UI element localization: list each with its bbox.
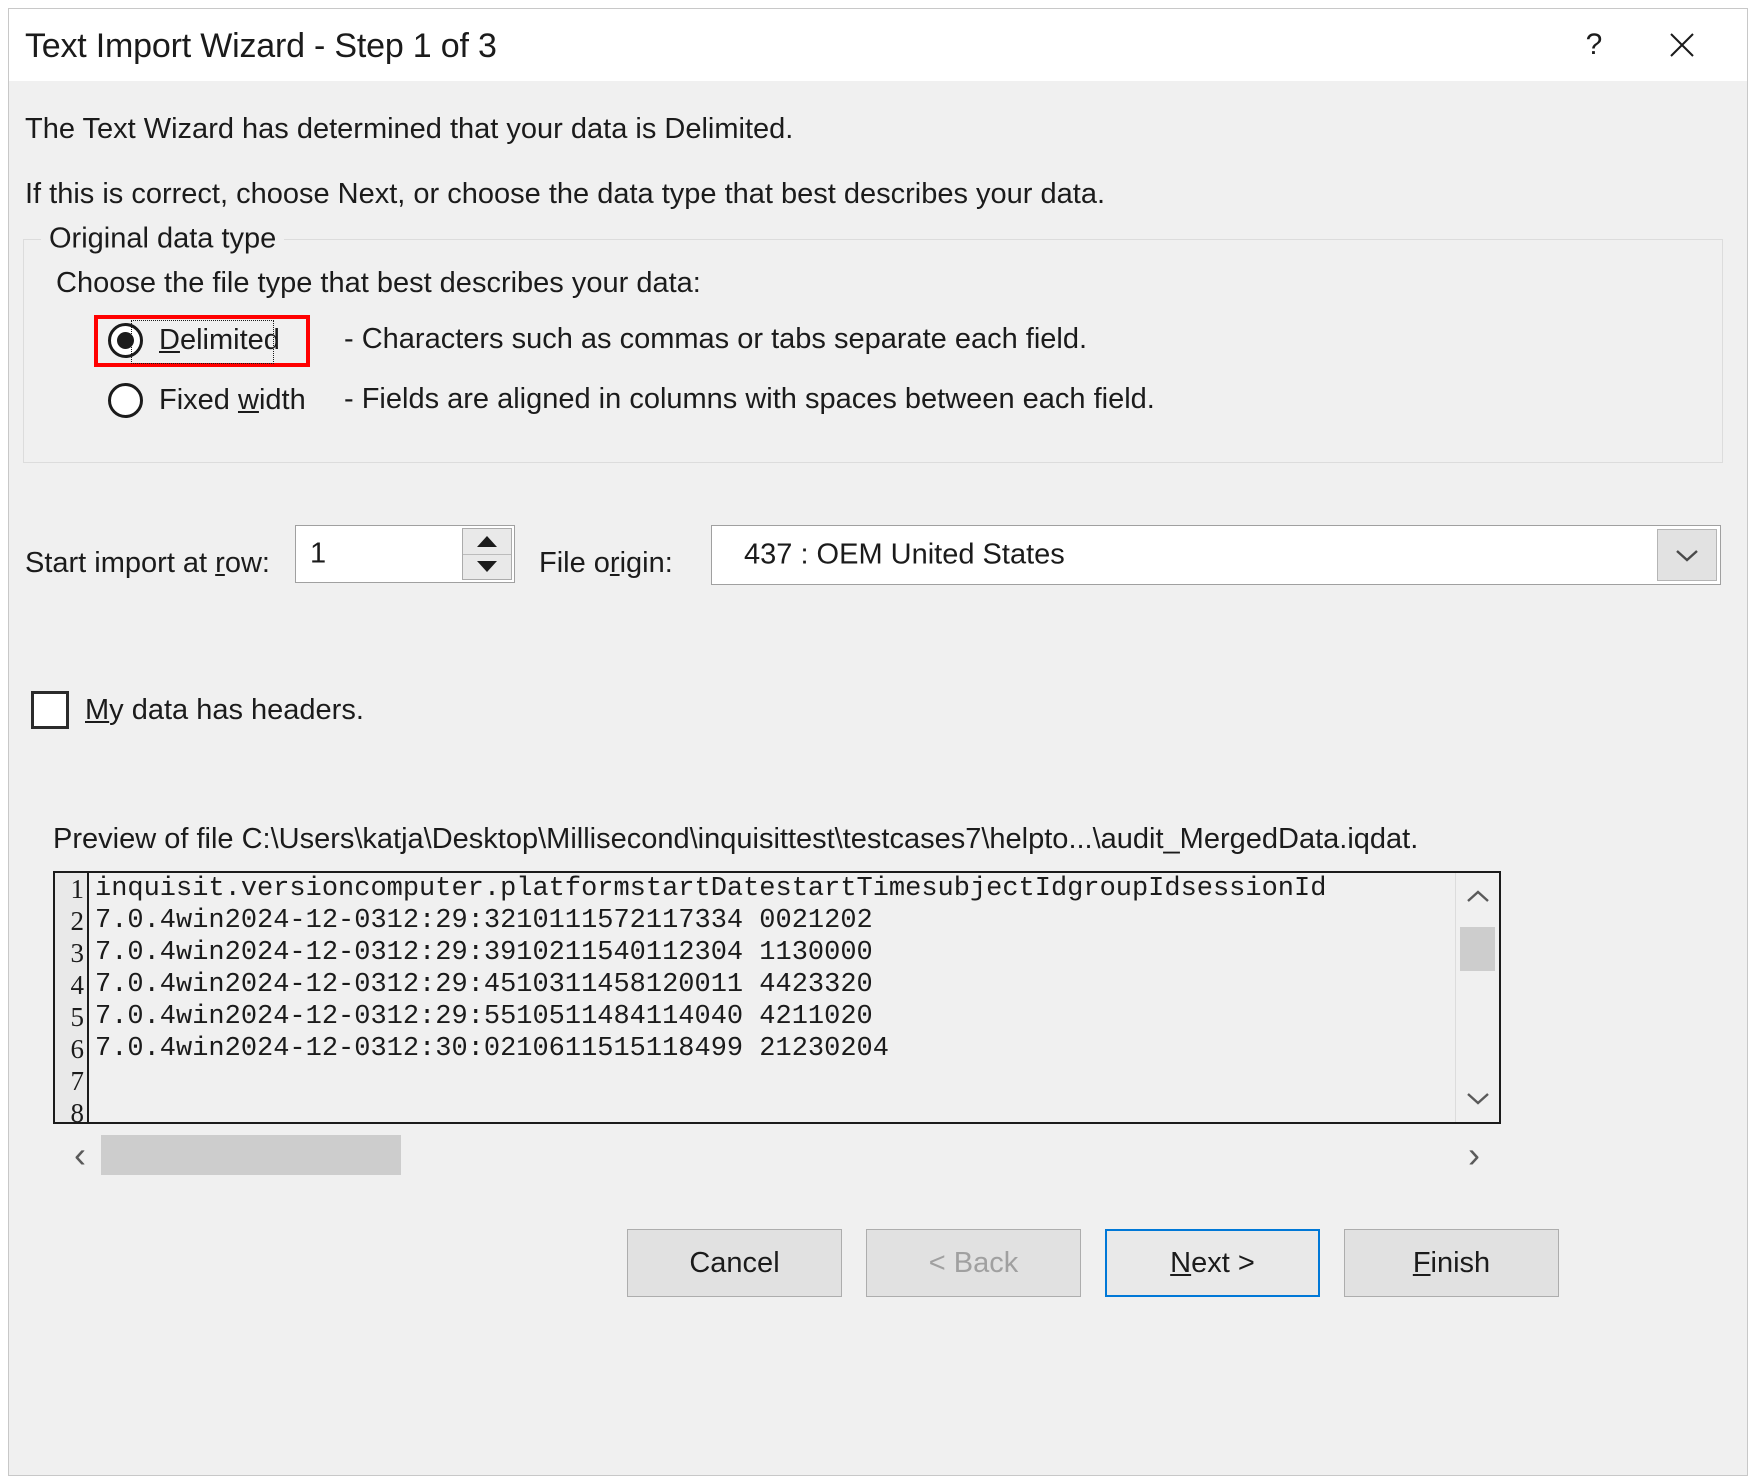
line-number: 4 xyxy=(70,970,85,1000)
chevron-left-icon[interactable]: ‹ xyxy=(53,1127,107,1183)
my-data-has-headers-label: My data has headers. xyxy=(85,693,364,726)
preview-line xyxy=(95,1097,1499,1122)
preview-text-lines: inquisit.versioncomputer.platformstartDa… xyxy=(91,873,1499,1122)
horizontal-scroll-thumb[interactable] xyxy=(101,1135,401,1175)
next-button[interactable]: Next > xyxy=(1105,1229,1320,1297)
original-data-type-group: Choose the file type that best describes… xyxy=(23,239,1723,463)
start-import-spin-buttons xyxy=(462,528,512,580)
intro-line-1: The Text Wizard has determined that your… xyxy=(25,113,794,145)
file-origin-value: 437 : OEM United States xyxy=(744,538,1065,571)
preview-file-label: Preview of file C:\Users\katja\Desktop\M… xyxy=(53,823,1419,855)
preview-line-number-gutter: 1 2 3 4 5 6 7 8 xyxy=(55,873,89,1122)
my-data-has-headers-checkbox[interactable]: My data has headers. xyxy=(31,691,364,729)
back-button[interactable]: < Back xyxy=(866,1229,1081,1297)
preview-line: 7.0.4win2024-12-0312:30:0210611515118499… xyxy=(95,1034,889,1064)
preview-line: 7.0.4win2024-12-0312:29:3910211540112304… xyxy=(95,938,873,968)
preview-pane: 1 2 3 4 5 6 7 8 inquisit.versioncomputer… xyxy=(53,871,1501,1124)
line-number: 1 xyxy=(70,874,85,904)
dialog-body: The Text Wizard has determined that your… xyxy=(9,81,1747,1475)
radio-delimited-label: Delimited xyxy=(159,324,280,356)
preview-horizontal-scrollbar[interactable]: ‹ › xyxy=(53,1127,1501,1183)
triangle-up-icon[interactable] xyxy=(463,529,511,555)
start-import-label: Start import at row: xyxy=(25,547,270,579)
triangle-down-icon[interactable] xyxy=(463,555,511,580)
file-origin-select[interactable]: 437 : OEM United States xyxy=(711,525,1721,585)
radio-fixed-width[interactable]: Fixed width xyxy=(108,383,306,418)
line-number: 3 xyxy=(70,938,85,968)
line-number: 2 xyxy=(70,906,85,936)
preview-line xyxy=(95,1065,1499,1097)
radio-fixed-width-description: - Fields are aligned in columns with spa… xyxy=(344,383,1155,415)
chevron-up-icon[interactable] xyxy=(1456,873,1499,921)
text-import-wizard-dialog: Text Import Wizard - Step 1 of 3 ? The T… xyxy=(8,8,1748,1476)
close-icon[interactable] xyxy=(1645,9,1719,81)
chevron-down-glyph xyxy=(1466,1093,1489,1105)
chevron-up-glyph xyxy=(1466,890,1489,902)
intro-line-2: If this is correct, choose Next, or choo… xyxy=(25,178,1106,210)
preview-line: inquisit.versioncomputer.platformstartDa… xyxy=(95,874,1327,904)
help-icon[interactable]: ? xyxy=(1557,9,1631,81)
file-type-prompt: Choose the file type that best describes… xyxy=(56,267,701,299)
preview-line: 7.0.4win2024-12-0312:29:4510311458120011… xyxy=(95,970,873,1000)
chevron-right-icon[interactable]: › xyxy=(1447,1127,1501,1183)
line-number: 8 xyxy=(70,1098,85,1124)
line-number: 5 xyxy=(70,1002,85,1032)
finish-button[interactable]: Finish xyxy=(1344,1229,1559,1297)
file-origin-label: File origin: xyxy=(539,547,673,579)
radio-fixed-width-indicator[interactable] xyxy=(108,383,143,418)
checkbox-indicator[interactable] xyxy=(31,691,69,729)
radio-delimited[interactable]: Delimited xyxy=(108,323,280,358)
chevron-down-icon[interactable] xyxy=(1456,1074,1499,1122)
line-number: 7 xyxy=(70,1066,85,1096)
line-number: 6 xyxy=(70,1034,85,1064)
chevron-down-glyph xyxy=(1676,550,1698,562)
start-import-value[interactable]: 1 xyxy=(310,538,326,571)
radio-delimited-description: - Characters such as commas or tabs sepa… xyxy=(344,323,1088,355)
chevron-down-icon[interactable] xyxy=(1657,529,1717,581)
window-title: Text Import Wizard - Step 1 of 3 xyxy=(25,27,497,65)
cancel-button[interactable]: Cancel xyxy=(627,1229,842,1297)
radio-fixed-width-label: Fixed width xyxy=(159,384,306,416)
vertical-scroll-thumb[interactable] xyxy=(1460,927,1495,971)
start-import-stepper[interactable]: 1 xyxy=(295,525,515,583)
radio-delimited-indicator[interactable] xyxy=(108,323,143,358)
preview-line: 7.0.4win2024-12-0312:29:5510511484114040… xyxy=(95,1002,873,1032)
preview-vertical-scrollbar[interactable] xyxy=(1455,873,1499,1122)
title-bar: Text Import Wizard - Step 1 of 3 ? xyxy=(9,9,1747,82)
preview-line: 7.0.4win2024-12-0312:29:3210111572117334… xyxy=(95,906,873,936)
close-glyph xyxy=(1670,33,1694,57)
